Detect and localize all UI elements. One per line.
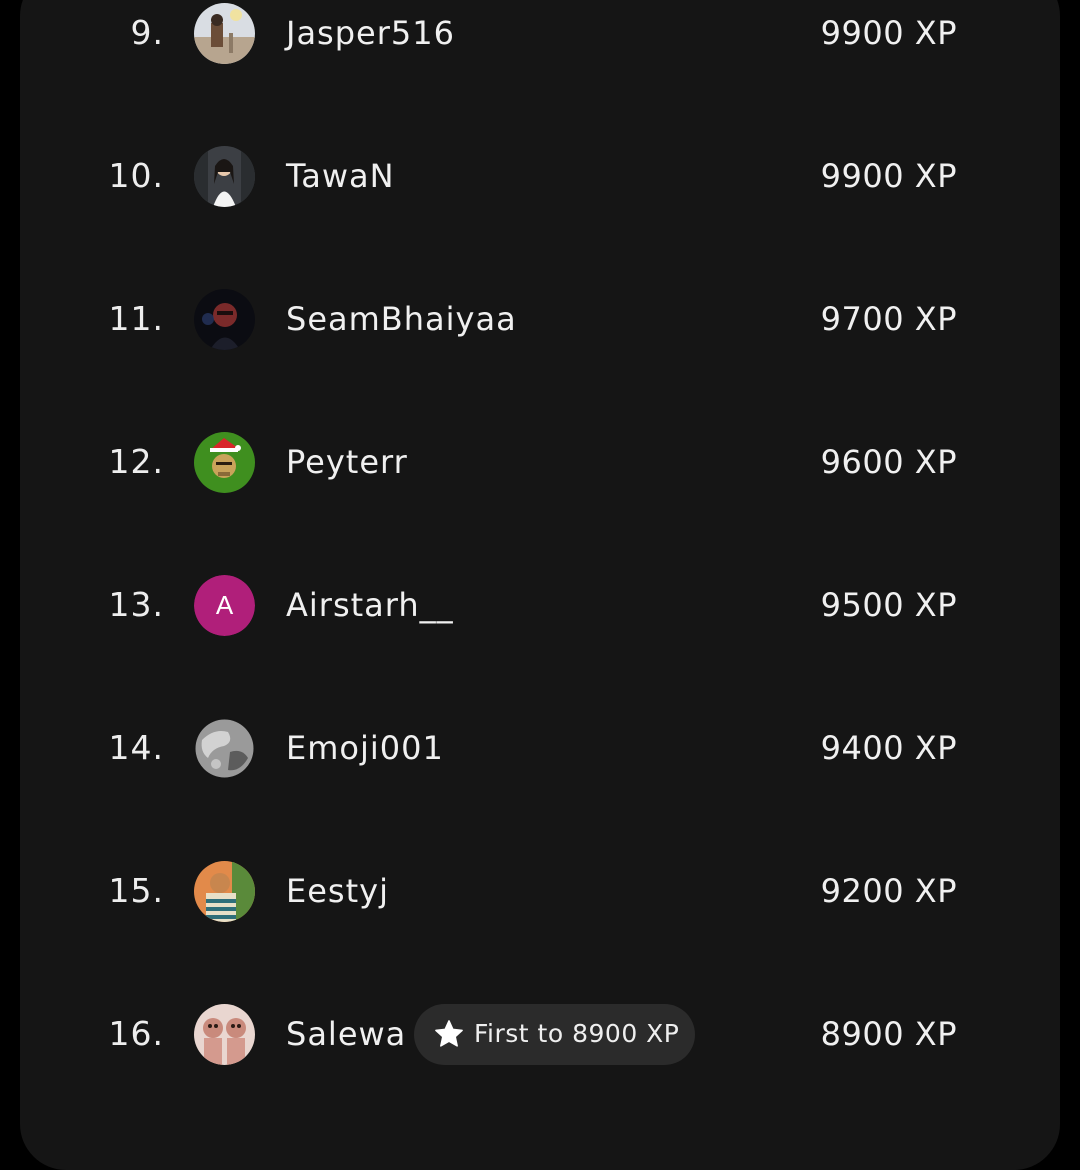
username[interactable]: TawaN (286, 157, 395, 195)
username[interactable]: Jasper516 (286, 14, 455, 52)
rank-number: 14. (108, 728, 164, 767)
username[interactable]: Salewa (286, 1015, 406, 1053)
leaderboard-row[interactable]: 14. Emoji001 9400 XP (0, 698, 1080, 798)
rank-number: 11. (108, 299, 164, 338)
rank-number: 10. (108, 156, 164, 195)
leaderboard-row[interactable]: 13. A Airstarh__ 9500 XP (0, 555, 1080, 655)
photo-avatar-icon (194, 289, 255, 350)
photo-avatar-icon (194, 146, 255, 207)
user-avatar[interactable] (194, 718, 255, 779)
xp-score: 9400 XP (820, 729, 957, 767)
xp-score: 8900 XP (820, 1015, 957, 1053)
xp-score: 9500 XP (820, 586, 957, 624)
user-avatar[interactable] (194, 289, 255, 350)
rank-number: 12. (108, 442, 164, 481)
username[interactable]: Eestyj (286, 872, 389, 910)
rank-number: 9. (130, 13, 164, 52)
cartoon-avatar-icon (194, 861, 255, 922)
achievement-label: First to 8900 XP (474, 1019, 680, 1048)
letter-avatar: A (194, 575, 255, 636)
star-icon (435, 1020, 463, 1047)
xp-score: 9900 XP (820, 157, 957, 195)
photo-avatar-icon (194, 3, 255, 64)
username[interactable]: SeamBhaiyaa (286, 300, 517, 338)
xp-score: 9600 XP (820, 443, 957, 481)
username[interactable]: Airstarh__ (286, 586, 454, 624)
rank-number: 15. (108, 871, 164, 910)
leaderboard-row[interactable]: 10. TawaN 9900 XP (0, 126, 1080, 226)
xp-score: 9700 XP (820, 300, 957, 338)
username[interactable]: Emoji001 (286, 729, 444, 767)
achievement-badge[interactable]: First to 8900 XP (414, 1004, 695, 1065)
globe-avatar-icon (194, 718, 255, 779)
user-avatar[interactable] (194, 3, 255, 64)
user-avatar[interactable] (194, 146, 255, 207)
xp-score: 9200 XP (820, 872, 957, 910)
user-avatar[interactable] (194, 432, 255, 493)
user-avatar[interactable] (194, 861, 255, 922)
leaderboard-row[interactable]: 12. Peyterr 9600 XP (0, 412, 1080, 512)
photo-avatar-icon (194, 1004, 255, 1065)
rank-number: 16. (108, 1014, 164, 1053)
leaderboard-row[interactable]: 15. Eestyj 9200 XP (0, 841, 1080, 941)
username[interactable]: Peyterr (286, 443, 408, 481)
rank-number: 13. (108, 585, 164, 624)
xp-score: 9900 XP (820, 14, 957, 52)
user-avatar[interactable]: A (194, 575, 255, 636)
user-avatar[interactable] (194, 1004, 255, 1065)
leaderboard-row[interactable]: 11. SeamBhaiyaa 9700 XP (0, 269, 1080, 369)
leaderboard-row[interactable]: 16. Salewa First to 8900 XP 8900 XP (0, 984, 1080, 1084)
ape-avatar-icon (194, 432, 255, 493)
leaderboard-row[interactable]: 9. Jasper516 9900 XP (0, 0, 1080, 83)
